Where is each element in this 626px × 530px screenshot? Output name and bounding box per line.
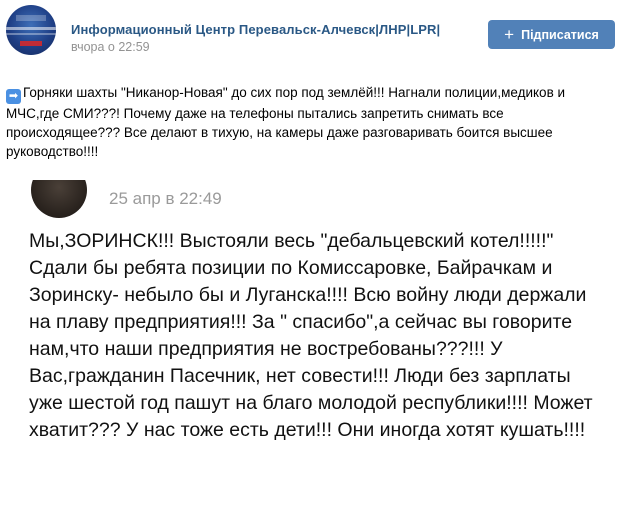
subscribe-button[interactable]: + Підписатися <box>488 20 615 49</box>
avatar-detail <box>16 15 46 21</box>
screenshot-comment-text: Мы,ЗОРИНСК!!! Выстояли весь "дебальцевск… <box>29 230 593 441</box>
right-arrow-emoji-icon: ➡ <box>6 89 21 104</box>
screenshot-time: 25 апр в 22:49 <box>109 189 222 208</box>
post-time-link[interactable]: вчора о 22:59 <box>71 40 150 54</box>
plus-icon: + <box>504 25 515 44</box>
avatar-detail <box>6 33 56 35</box>
avatar-detail <box>20 41 42 46</box>
post-text: ➡ Горняки шахты "Никанор-Новая" до сих по… <box>6 83 618 161</box>
avatar-detail <box>6 27 56 30</box>
group-avatar[interactable] <box>6 5 56 55</box>
post-image[interactable]: 25 апр в 22:49 Мы,ЗОРИНСК!!! Выстояли ве… <box>29 180 619 530</box>
screenshot-avatar <box>31 180 87 218</box>
group-name-link[interactable]: Информационный Центр Перевальск-Алчевск|… <box>71 22 440 37</box>
subscribe-label: Підписатися <box>521 27 599 42</box>
post-meta: вчора о 22:59 <box>71 40 153 54</box>
post-body: Горняки шахты "Никанор-Новая" до сих пор… <box>6 85 566 159</box>
